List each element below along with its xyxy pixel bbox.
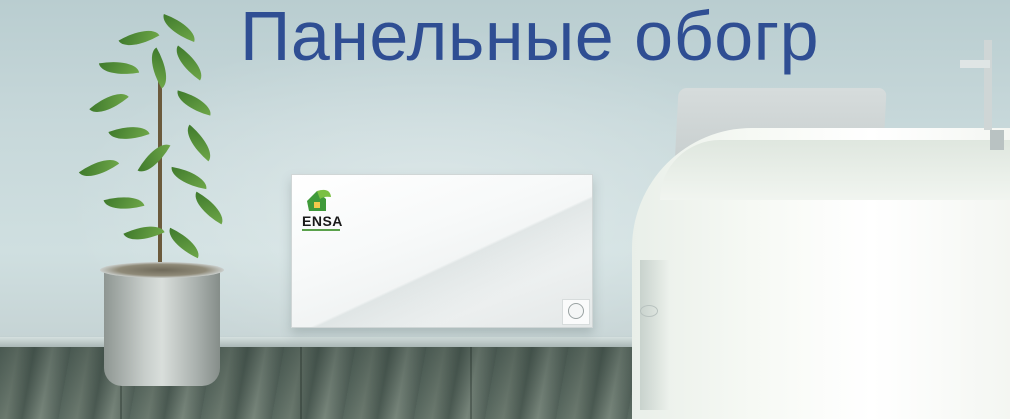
plant-pot xyxy=(104,268,220,386)
hero-scene: ENSA Панельные обогр xyxy=(0,0,1010,419)
house-leaf-logo-icon xyxy=(307,189,331,211)
faucet-icon xyxy=(960,40,1004,150)
brand-underline xyxy=(302,229,340,231)
floor-board-line xyxy=(300,347,302,419)
plant-stem xyxy=(158,80,162,270)
plant-pot-rim xyxy=(100,262,224,278)
bathtub-drain-button xyxy=(640,305,658,317)
floor-board-line xyxy=(470,347,472,419)
heater-gloss xyxy=(292,175,592,327)
panel-heater: ENSA xyxy=(291,174,593,328)
page-title: Панельные обогр xyxy=(240,0,820,75)
bathtub-shadow xyxy=(640,260,670,410)
thermostat-knob xyxy=(568,303,584,319)
brand-logo-text: ENSA xyxy=(302,213,343,229)
